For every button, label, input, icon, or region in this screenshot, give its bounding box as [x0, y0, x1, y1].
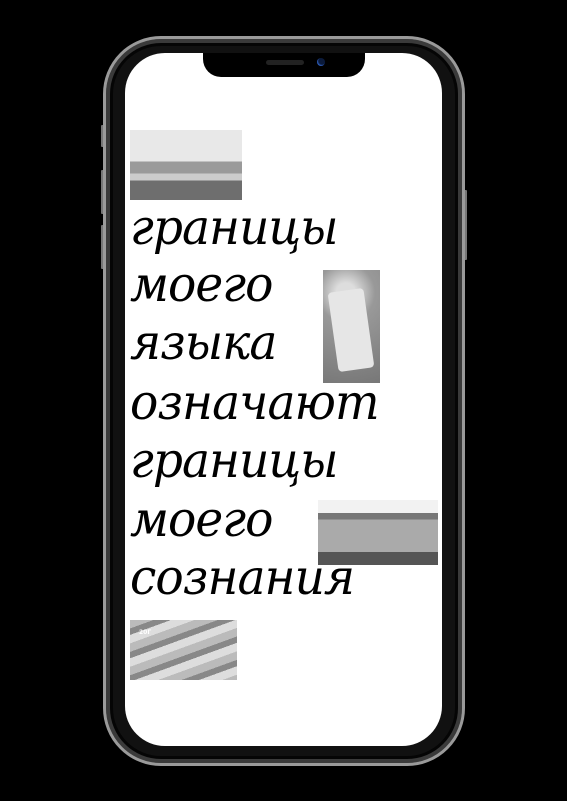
poster-line: сознания	[130, 549, 355, 606]
poster-line: языка	[130, 314, 277, 371]
poster-line: границы	[130, 199, 339, 256]
camera-icon	[317, 58, 325, 66]
speaker-icon	[266, 60, 304, 65]
poster-line: границы	[130, 432, 339, 489]
phone-screen: 20Г границы моего языка означают границы…	[125, 53, 442, 746]
archive-photo-parade	[130, 130, 242, 200]
poster-line: означают	[130, 374, 380, 431]
banknote-caption: 20Г	[139, 629, 152, 636]
poster-line: моего	[130, 491, 273, 548]
notch	[203, 53, 365, 77]
poster-line: моего	[130, 256, 273, 313]
archive-photo-banknotes: 20Г	[130, 620, 237, 680]
archive-photo-scroll	[323, 270, 380, 383]
